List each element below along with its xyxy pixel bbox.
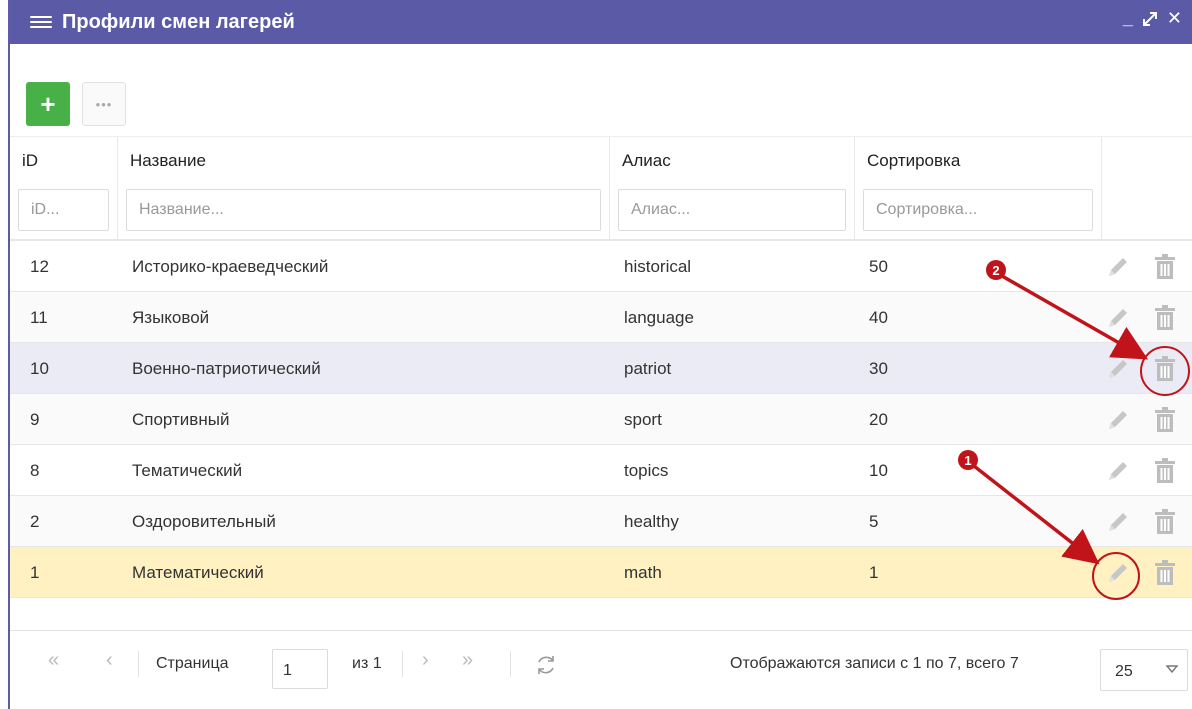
records-info: Отображаются записи с 1 по 7, всего 7 — [730, 655, 1019, 672]
cell-id: 9 — [30, 410, 40, 429]
column-actions — [1102, 137, 1192, 240]
cell-id: 11 — [30, 308, 48, 327]
cell-sort: 5 — [869, 512, 879, 531]
prev-page-icon[interactable]: ‹ — [106, 649, 113, 672]
cell-id: 12 — [30, 257, 49, 276]
toolbar: + ••• — [10, 82, 1192, 128]
cell-id: 1 — [30, 563, 40, 582]
edit-pencil-icon[interactable] — [1104, 457, 1132, 485]
pagination-bar: « ‹ Страница 1 из 1 › » Отображаются зап… — [10, 630, 1192, 709]
edit-pencil-icon[interactable] — [1104, 406, 1132, 434]
window-controls: _ ✕ — [1123, 8, 1182, 29]
grid-header: iD iD... Название Название... Алиас Алиа… — [10, 136, 1192, 241]
filter-alias-input[interactable]: Алиас... — [618, 189, 846, 231]
column-sort-label[interactable]: Сортировка — [867, 151, 960, 171]
window-titlebar: Профили смен лагерей _ ✕ — [10, 0, 1192, 44]
refresh-icon[interactable] — [534, 653, 558, 677]
cell-sort: 30 — [869, 359, 888, 378]
window: Профили смен лагерей _ ✕ + ••• iD iD... … — [8, 0, 1192, 709]
cell-name: Математический — [132, 563, 264, 582]
more-button[interactable]: ••• — [82, 82, 126, 126]
cell-name: Военно-патриотический — [132, 359, 321, 378]
delete-trash-icon[interactable] — [1152, 253, 1178, 281]
page-number-input[interactable]: 1 — [272, 649, 328, 689]
edit-pencil-icon[interactable] — [1104, 253, 1132, 281]
cell-id: 8 — [30, 461, 40, 480]
cell-alias: math — [624, 563, 662, 582]
table-row[interactable]: 1 Математический math 1 — [10, 547, 1192, 598]
grid-body: 12 Историко-краеведческий historical 50 11 Яз… — [10, 241, 1192, 598]
window-title: Профили смен лагерей — [62, 10, 295, 33]
cell-name: Тематический — [132, 461, 243, 480]
delete-trash-icon[interactable] — [1152, 559, 1178, 587]
cell-alias: language — [624, 308, 694, 327]
hamburger-menu-icon[interactable] — [30, 16, 52, 28]
table-row[interactable]: 10 Военно-патриотический patriot 30 — [10, 343, 1192, 394]
pager-separator — [510, 651, 511, 677]
filter-name-input[interactable]: Название... — [126, 189, 601, 231]
table-row[interactable]: 11 Языковой language 40 — [10, 292, 1192, 343]
cell-name: Историко-краеведческий — [132, 257, 329, 276]
minimize-icon[interactable]: _ — [1123, 8, 1133, 29]
delete-trash-icon[interactable] — [1152, 406, 1178, 434]
table-row[interactable]: 12 Историко-краеведческий historical 50 — [10, 241, 1192, 292]
cell-alias: topics — [624, 461, 669, 480]
page-of-label: из 1 — [352, 655, 382, 672]
cell-alias: sport — [624, 410, 662, 429]
column-alias-label[interactable]: Алиас — [622, 151, 671, 171]
cell-name: Спортивный — [132, 410, 230, 429]
close-icon[interactable]: ✕ — [1167, 8, 1182, 29]
cell-id: 2 — [30, 512, 40, 531]
next-page-icon[interactable]: › — [422, 649, 429, 672]
page-label: Страница — [156, 655, 229, 672]
last-page-icon[interactable]: » — [462, 649, 473, 672]
cell-name: Языковой — [132, 308, 210, 327]
cell-alias: patriot — [624, 359, 672, 378]
table-row[interactable]: 9 Спортивный sport 20 — [10, 394, 1192, 445]
cell-sort: 10 — [869, 461, 888, 480]
cell-name: Оздоровительный — [132, 512, 276, 531]
edit-pencil-icon[interactable] — [1104, 304, 1132, 332]
column-id-label[interactable]: iD — [22, 151, 38, 171]
chevron-down-icon — [1165, 665, 1179, 674]
pager-separator — [138, 651, 139, 677]
maximize-icon[interactable] — [1141, 10, 1159, 28]
column-name-label[interactable]: Название — [130, 151, 206, 171]
column-sort: Сортировка Сортировка... — [855, 137, 1102, 240]
cell-id: 10 — [30, 359, 49, 378]
table-row[interactable]: 8 Тематический topics 10 — [10, 445, 1192, 496]
filter-id-input[interactable]: iD... — [18, 189, 109, 231]
cell-alias: healthy — [624, 512, 679, 531]
data-grid: iD iD... Название Название... Алиас Алиа… — [10, 136, 1192, 598]
table-row[interactable]: 2 Оздоровительный healthy 5 — [10, 496, 1192, 547]
first-page-icon[interactable]: « — [48, 649, 59, 672]
delete-trash-icon[interactable] — [1152, 457, 1178, 485]
column-alias: Алиас Алиас... — [610, 137, 855, 240]
filter-sort-input[interactable]: Сортировка... — [863, 189, 1093, 231]
cell-sort: 1 — [869, 563, 879, 582]
delete-trash-icon[interactable] — [1152, 355, 1178, 383]
page-size-value: 25 — [1115, 663, 1133, 680]
cell-sort: 20 — [869, 410, 888, 429]
pager-separator — [402, 651, 403, 677]
cell-sort: 50 — [869, 257, 888, 276]
column-name: Название Название... — [118, 137, 610, 240]
edit-pencil-icon[interactable] — [1104, 355, 1132, 383]
add-button[interactable]: + — [26, 82, 70, 126]
page-size-select[interactable]: 25 — [1100, 649, 1188, 691]
edit-pencil-icon[interactable] — [1104, 559, 1132, 587]
cell-alias: historical — [624, 257, 692, 276]
cell-sort: 40 — [869, 308, 888, 327]
delete-trash-icon[interactable] — [1152, 304, 1178, 332]
column-id: iD iD... — [10, 137, 118, 240]
delete-trash-icon[interactable] — [1152, 508, 1178, 536]
edit-pencil-icon[interactable] — [1104, 508, 1132, 536]
